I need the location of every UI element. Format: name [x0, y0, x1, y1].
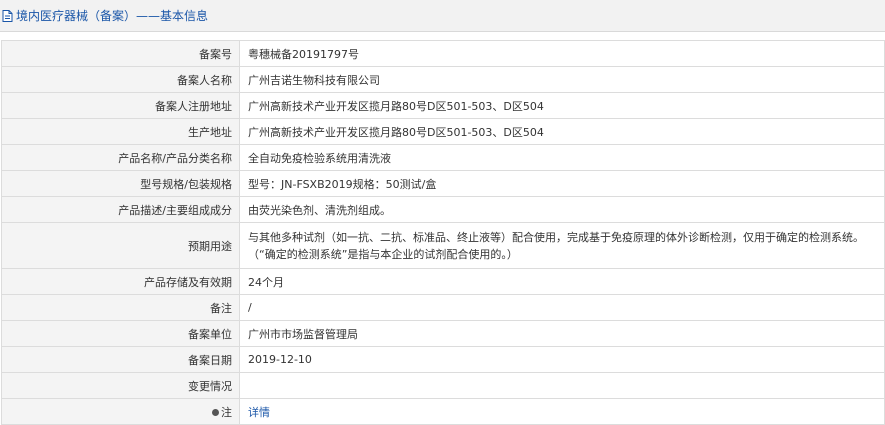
field-label: 变更情况: [1, 372, 240, 399]
table-row: 产品名称/产品分类名称 全自动免疫检验系统用清洗液: [1, 144, 885, 171]
document-icon: [2, 9, 13, 22]
table-row: 变更情况: [1, 372, 885, 399]
field-label: 备案人注册地址: [1, 92, 240, 119]
table-row: 型号规格/包装规格 型号：JN-FSXB2019规格：50测试/盒: [1, 170, 885, 197]
table-row: 备案人名称 广州吉诺生物科技有限公司: [1, 66, 885, 93]
note-label: 注: [221, 405, 232, 419]
field-label: 型号规格/包装规格: [1, 170, 240, 197]
field-label: 生产地址: [1, 118, 240, 145]
page-title: 境内医疗器械（备案）——基本信息: [16, 9, 209, 23]
field-label: 备案号: [1, 40, 240, 67]
table-row: 生产地址 广州高新技术产业开发区揽月路80号D区501-503、D区504: [1, 118, 885, 145]
field-value: 24个月: [239, 268, 885, 295]
table-row: 备案日期 2019-12-10: [1, 346, 885, 373]
field-value: 广州市市场监督管理局: [239, 320, 885, 347]
table-row: 预期用途 与其他多种试剂（如一抗、二抗、标准品、终止液等）配合使用，完成基于免疫…: [1, 222, 885, 269]
table-row: 备注 /: [1, 294, 885, 321]
field-value: 型号：JN-FSXB2019规格：50测试/盒: [239, 170, 885, 197]
field-value: 广州吉诺生物科技有限公司: [239, 66, 885, 93]
field-label: 预期用途: [1, 222, 240, 269]
table-row: 备案人注册地址 广州高新技术产业开发区揽月路80号D区501-503、D区504: [1, 92, 885, 119]
table-row: 备案单位 广州市市场监督管理局: [1, 320, 885, 347]
field-value: 详情: [239, 398, 885, 425]
field-label: 备案单位: [1, 320, 240, 347]
table-row: 备案号 粤穗械备20191797号: [1, 40, 885, 67]
field-label: 注: [1, 398, 240, 425]
field-value: /: [239, 294, 885, 321]
table-row: 产品描述/主要组成成分 由荧光染色剂、清洗剂组成。: [1, 196, 885, 223]
field-value: 广州高新技术产业开发区揽月路80号D区501-503、D区504: [239, 92, 885, 119]
field-value: 2019-12-10: [239, 346, 885, 373]
field-label: 备案日期: [1, 346, 240, 373]
location-pin-icon: [212, 408, 219, 416]
field-value: 全自动免疫检验系统用清洗液: [239, 144, 885, 171]
field-label: 备案人名称: [1, 66, 240, 93]
field-label: 产品存储及有效期: [1, 268, 240, 295]
details-link[interactable]: 详情: [248, 406, 270, 419]
field-value: 粤穗械备20191797号: [239, 40, 885, 67]
field-value: 广州高新技术产业开发区揽月路80号D区501-503、D区504: [239, 118, 885, 145]
field-value: 由荧光染色剂、清洗剂组成。: [239, 196, 885, 223]
field-value: 与其他多种试剂（如一抗、二抗、标准品、终止液等）配合使用，完成基于免疫原理的体外…: [239, 222, 885, 269]
field-label: 产品描述/主要组成成分: [1, 196, 240, 223]
page-header: 境内医疗器械（备案）——基本信息: [0, 0, 885, 32]
field-label: 产品名称/产品分类名称: [1, 144, 240, 171]
field-label: 备注: [1, 294, 240, 321]
field-value-line: 与其他多种试剂（如一抗、二抗、标准品、终止液等）配合使用，完成基于免疫原理的体外…: [248, 230, 864, 244]
field-value-line: （“确定的检测系统”是指与本企业的试剂配合使用的。）: [248, 247, 518, 261]
table-row: 注 详情: [1, 398, 885, 425]
info-table: 备案号 粤穗械备20191797号 备案人名称 广州吉诺生物科技有限公司 备案人…: [1, 40, 885, 425]
table-row: 产品存储及有效期 24个月: [1, 268, 885, 295]
field-value: [239, 372, 885, 399]
